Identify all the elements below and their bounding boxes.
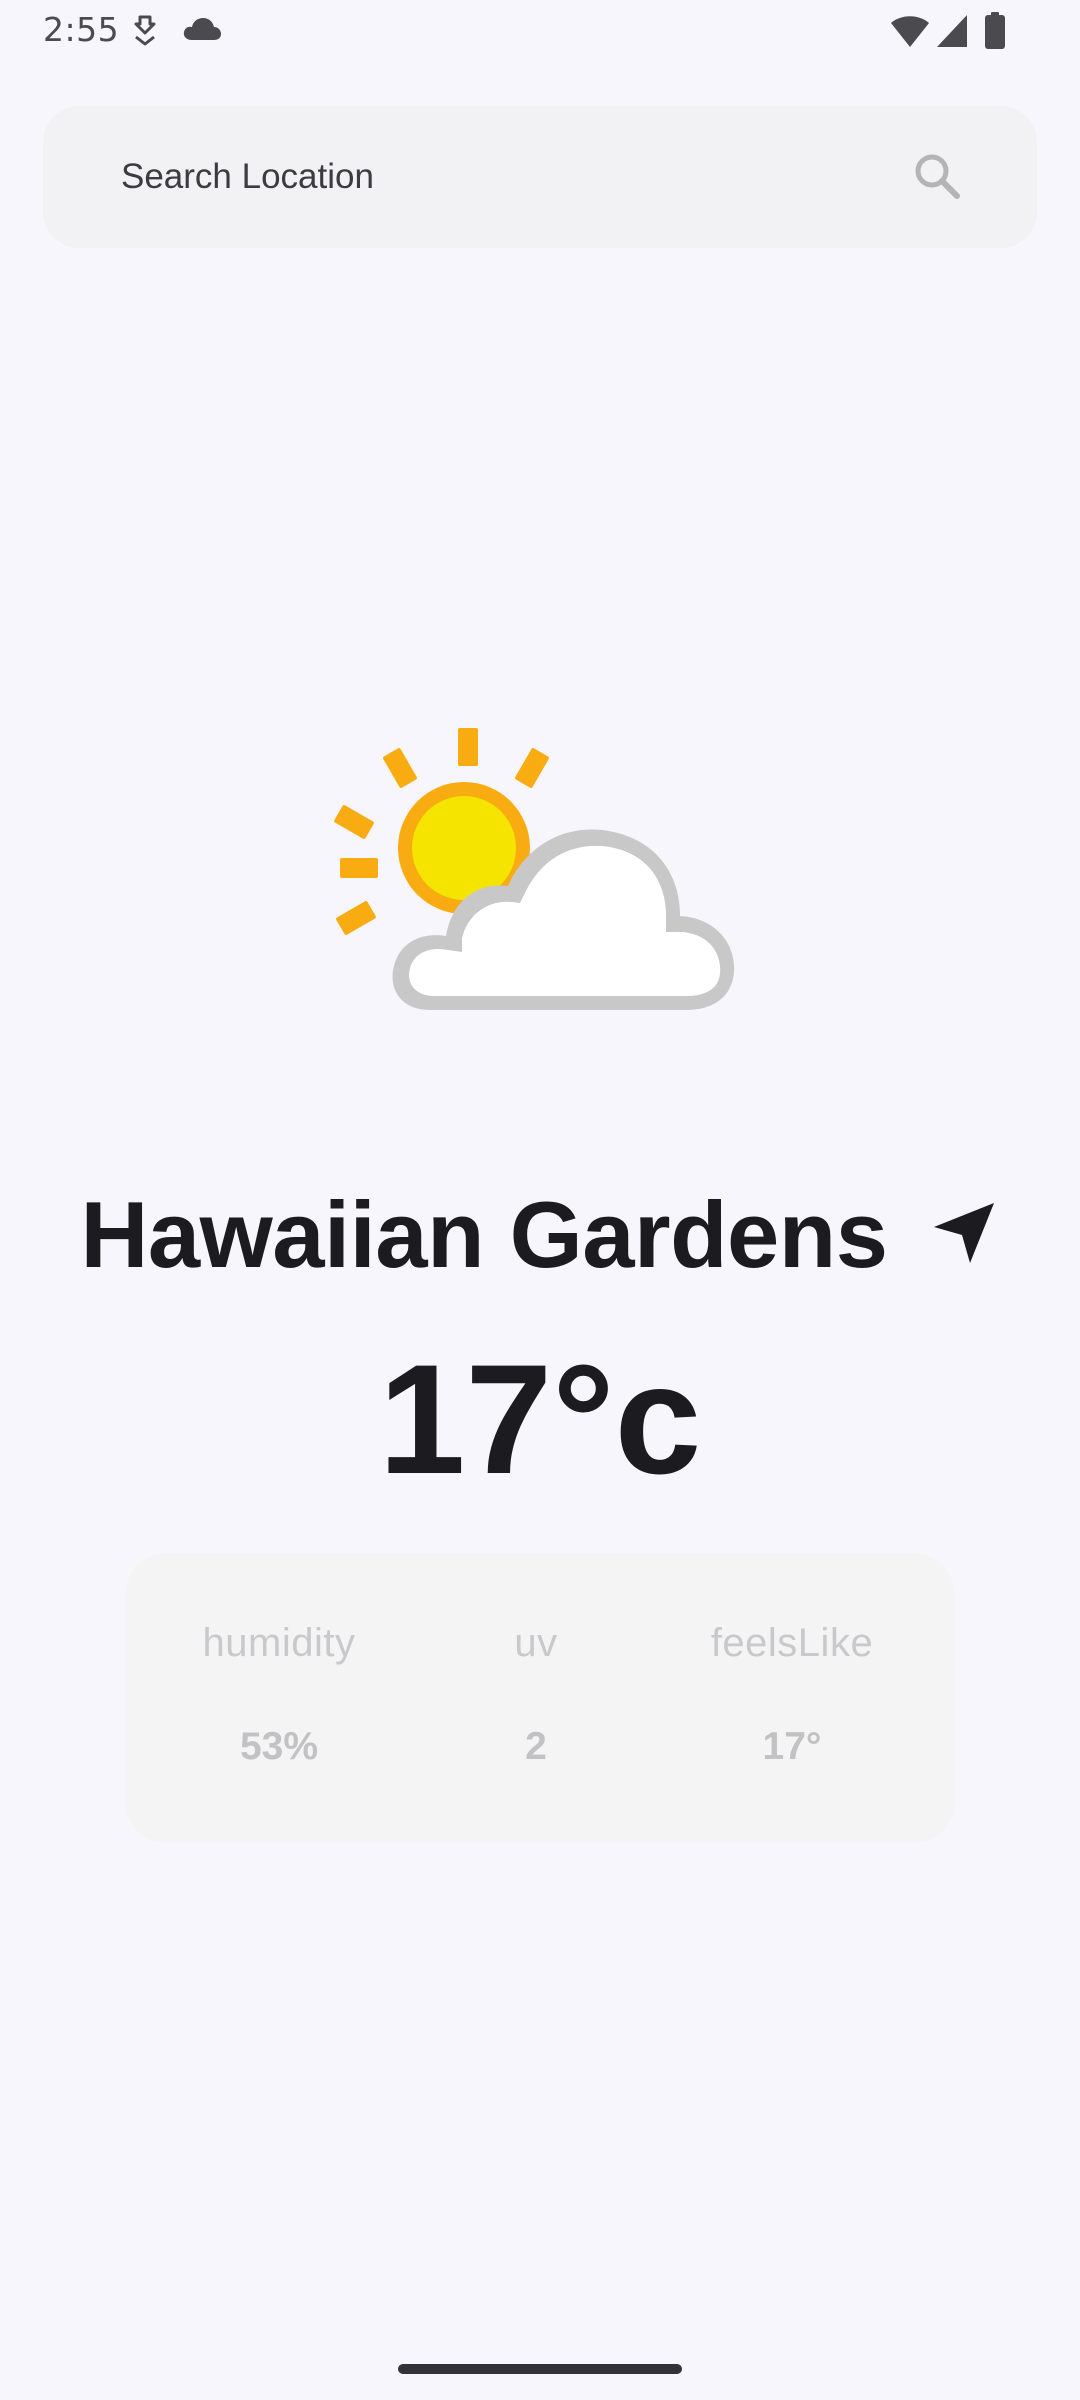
city-row: Hawaiian Gardens	[0, 1180, 1080, 1290]
uv-label: uv	[514, 1621, 558, 1665]
humidity-value: 53%	[239, 1725, 319, 1768]
humidity-stat: humidity 53%	[149, 1553, 409, 1843]
current-location-button[interactable]	[929, 1200, 999, 1270]
battery-icon	[984, 12, 1006, 55]
cell-signal-icon	[936, 14, 968, 53]
partly-cloudy-icon	[330, 720, 750, 1020]
gesture-navigation-bar[interactable]	[398, 2364, 682, 2374]
feels-like-stat: feelsLike 17°	[662, 1553, 922, 1843]
humidity-label: humidity	[202, 1621, 356, 1665]
navigation-arrow-icon	[932, 1201, 996, 1270]
city-name: Hawaiian Gardens	[80, 1182, 888, 1287]
status-bar: 2:55	[0, 0, 1080, 64]
cloud-icon	[182, 16, 222, 47]
uv-stat: uv 2	[406, 1553, 666, 1843]
download-indicator-icon	[132, 14, 158, 51]
feels-like-label: feelsLike	[710, 1621, 874, 1665]
weather-details-card: humidity 53% uv 2 feelsLike 17°	[126, 1553, 954, 1843]
uv-value: 2	[525, 1725, 547, 1768]
search-input[interactable]	[121, 106, 901, 248]
wifi-icon	[890, 14, 930, 53]
temperature-value: 17°c	[378, 1333, 702, 1507]
search-bar	[43, 106, 1037, 248]
status-time: 2:55	[43, 10, 120, 49]
search-icon	[912, 151, 962, 206]
weather-screen: 2:55 Search Location Hawaiian Gardens 17…	[0, 0, 1080, 2400]
search-button[interactable]	[905, 146, 969, 210]
feels-like-value: 17°	[762, 1725, 822, 1768]
